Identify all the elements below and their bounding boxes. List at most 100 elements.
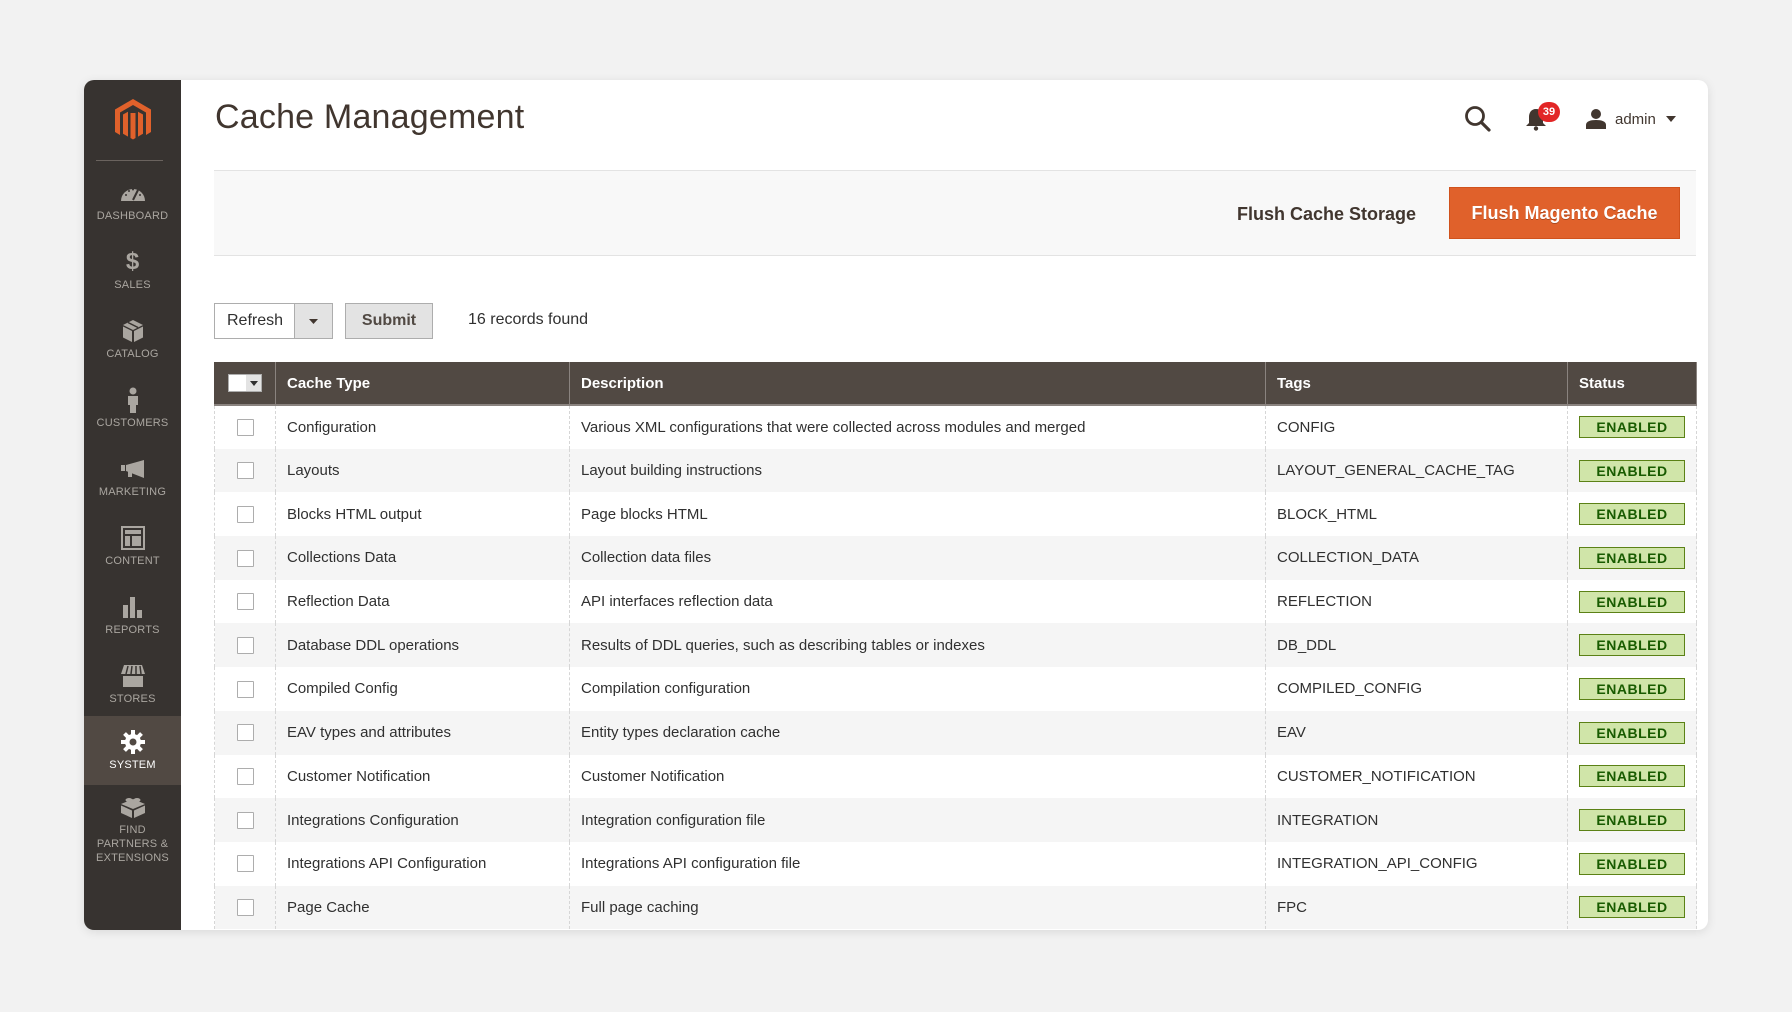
table-row[interactable]: EAV types and attributes Entity types dec… (214, 710, 1697, 755)
description-cell: Customer Notification (569, 754, 1266, 799)
table-row[interactable]: Database DDL operations Results of DDL qu… (214, 623, 1697, 668)
description-cell: Entity types declaration cache (569, 710, 1266, 755)
table-row[interactable]: Customer Notification Customer Notificati… (214, 754, 1697, 799)
tags-cell: DB_DDL (1265, 623, 1568, 668)
description-cell: Page blocks HTML (569, 492, 1266, 537)
row-checkbox[interactable] (236, 768, 254, 786)
lego-brick-icon (120, 794, 146, 820)
megaphone-icon (120, 456, 146, 482)
table-row[interactable]: Integrations Configuration Integration co… (214, 798, 1697, 842)
chevron-down-icon (1665, 116, 1676, 122)
table-row[interactable]: Configuration Various XML configurations … (214, 405, 1697, 449)
sidebar-item-dashboard[interactable]: DASHBOARD (84, 167, 181, 236)
row-checkbox[interactable] (236, 419, 254, 437)
row-checkbox[interactable] (236, 724, 254, 742)
mass-action-value: Refresh (215, 304, 295, 338)
search-button[interactable] (1463, 104, 1493, 134)
sidebar-item-label: CATALOG (106, 348, 159, 360)
table-row[interactable]: Reflection Data API interfaces reflection… (214, 579, 1697, 624)
row-checkbox[interactable] (236, 637, 254, 655)
row-checkbox[interactable] (236, 549, 254, 567)
sidebar-item-find-partners[interactable]: FIND PARTNERS & EXTENSIONS (84, 790, 181, 868)
cache-type-cell: Reflection Data (275, 579, 570, 624)
tags-cell: EAV (1265, 710, 1568, 755)
search-icon (1465, 106, 1491, 132)
cache-types-grid: Cache Type Description Tags Status Confi… (214, 362, 1697, 930)
status-badge: ENABLED (1579, 503, 1685, 526)
sidebar-item-label: CONTENT (105, 555, 160, 567)
sidebar-item-label: MARKETING (98, 486, 167, 498)
row-select-cell (214, 754, 276, 799)
tags-cell: CUSTOMER_NOTIFICATION (1265, 754, 1568, 799)
user-menu[interactable]: admin (1585, 104, 1676, 134)
status-badge: ENABLED (1579, 721, 1685, 744)
row-checkbox[interactable] (236, 855, 254, 873)
status-cell: ENABLED (1567, 798, 1697, 842)
cache-type-cell: EAV types and attributes (275, 710, 570, 755)
status-badge: ENABLED (1579, 546, 1685, 569)
description-cell: Full page caching (569, 885, 1266, 930)
status-cell: ENABLED (1567, 536, 1697, 580)
flush-cache-storage-button[interactable]: Flush Cache Storage (1237, 195, 1416, 233)
cache-type-cell: Database DDL operations (275, 623, 570, 668)
sidebar-item-catalog[interactable]: CATALOG (84, 305, 181, 374)
submit-button[interactable]: Submit (345, 303, 433, 339)
records-found-count: 16 records found (468, 311, 589, 328)
sidebar-item-sales[interactable]: $ SALES (84, 236, 181, 305)
chevron-down-icon (309, 318, 318, 324)
layout-icon (120, 525, 146, 551)
row-checkbox[interactable] (236, 899, 254, 917)
column-header-status: Status (1567, 362, 1697, 406)
mass-select-checkbox[interactable] (228, 374, 262, 393)
table-row[interactable]: Compiled Config Compilation configuration… (214, 667, 1697, 711)
table-row[interactable]: Integrations API Configuration Integratio… (214, 841, 1697, 886)
row-checkbox[interactable] (236, 811, 254, 829)
row-select-cell (214, 667, 276, 711)
notifications-count-badge: 39 (1538, 102, 1560, 122)
column-header-cache-type: Cache Type (275, 362, 570, 406)
sidebar-item-reports[interactable]: REPORTS (84, 581, 181, 650)
cache-type-cell: Customer Notification (275, 754, 570, 799)
flush-magento-cache-button[interactable]: Flush Magento Cache (1449, 187, 1680, 239)
row-select-cell (214, 623, 276, 668)
status-badge: ENABLED (1579, 809, 1685, 832)
cache-type-cell: Page Cache (275, 885, 570, 930)
row-select-cell (214, 579, 276, 624)
table-row[interactable]: Layouts Layout building instructions LAYOU… (214, 448, 1697, 493)
tags-cell: COLLECTION_DATA (1265, 536, 1568, 580)
table-row[interactable]: Page Cache Full page caching FPC ENABLED (214, 885, 1697, 930)
description-cell: Various XML configurations that were col… (569, 405, 1266, 449)
person-icon (120, 387, 146, 413)
row-checkbox[interactable] (236, 593, 254, 611)
mass-select-header (214, 362, 276, 406)
cache-type-cell: Layouts (275, 448, 570, 493)
row-checkbox[interactable] (236, 680, 254, 698)
cache-type-cell: Blocks HTML output (275, 492, 570, 537)
magento-logo[interactable] (84, 94, 181, 148)
status-cell: ENABLED (1567, 579, 1697, 624)
description-cell: Collection data files (569, 536, 1266, 580)
sidebar-item-system[interactable]: SYSTEM (84, 716, 181, 785)
sidebar-item-content[interactable]: CONTENT (84, 512, 181, 581)
sidebar-item-label: SALES (114, 279, 151, 291)
table-row[interactable]: Collections Data Collection data files COL… (214, 536, 1697, 580)
status-badge: ENABLED (1579, 677, 1685, 700)
user-icon (1586, 109, 1606, 129)
sidebar-item-customers[interactable]: CUSTOMERS (84, 374, 181, 443)
status-badge: ENABLED (1579, 416, 1685, 439)
sidebar: DASHBOARD $ SALES CATALOG CUSTOMERS MARK… (84, 80, 181, 930)
sidebar-item-label: STORES (109, 693, 156, 705)
status-badge: ENABLED (1579, 590, 1685, 613)
mass-select-dropdown[interactable] (246, 375, 261, 392)
description-cell: Integration configuration file (569, 798, 1266, 842)
row-checkbox[interactable] (236, 462, 254, 480)
dollar-icon: $ (125, 248, 140, 275)
table-row[interactable]: Blocks HTML output Page blocks HTML BLOCK_… (214, 492, 1697, 537)
sidebar-item-marketing[interactable]: MARKETING (84, 443, 181, 512)
mass-action-dropdown-toggle[interactable] (295, 304, 332, 338)
select-all-checkbox[interactable] (229, 375, 246, 392)
sidebar-item-label: SYSTEM (109, 759, 156, 771)
row-checkbox[interactable] (236, 505, 254, 523)
mass-action-select[interactable]: Refresh (214, 303, 333, 339)
sidebar-item-stores[interactable]: STORES (84, 650, 181, 719)
